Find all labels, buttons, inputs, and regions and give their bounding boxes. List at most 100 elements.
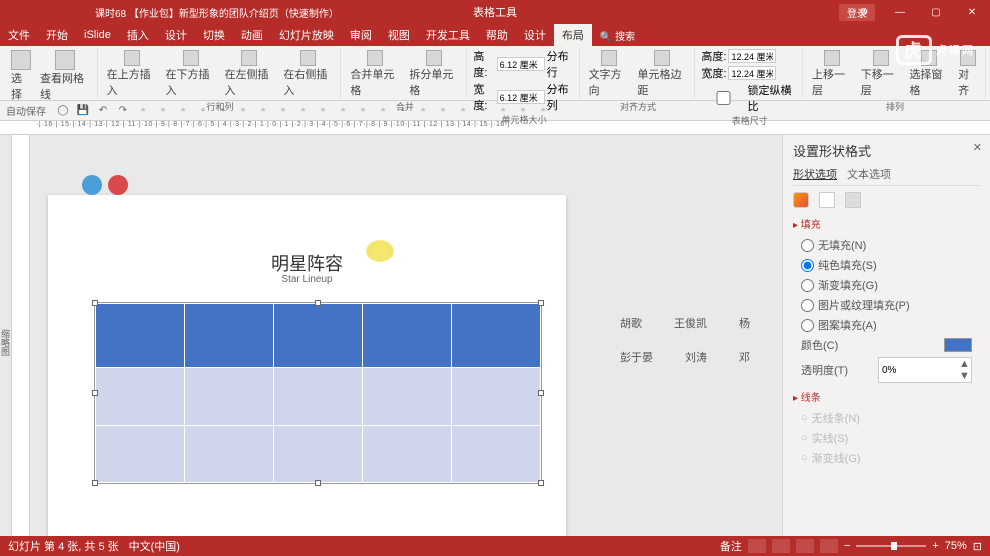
menu-transition[interactable]: 切换 xyxy=(195,24,233,46)
qat-item[interactable]: ▫ xyxy=(276,104,290,118)
qat-item[interactable]: ▫ xyxy=(536,104,550,118)
notes-button[interactable]: 备注 xyxy=(720,538,742,554)
select-button[interactable]: 选择 xyxy=(8,48,34,104)
qat-item[interactable]: ▫ xyxy=(296,104,310,118)
insert-left-button[interactable]: 在左侧插入 xyxy=(221,48,277,100)
tool-tab[interactable]: 表格工具 xyxy=(467,2,523,22)
slide-table[interactable] xyxy=(94,302,542,484)
line-section[interactable]: ▸ 线条 xyxy=(793,389,980,404)
qat-item[interactable]: ▫ xyxy=(336,104,350,118)
qat-item[interactable]: ▫ xyxy=(456,104,470,118)
panel-close-icon[interactable]: ✕ xyxy=(973,141,982,154)
opts-icon[interactable]: ⚙ xyxy=(846,0,882,24)
maximize-icon[interactable]: ▢ xyxy=(918,0,954,24)
handle[interactable] xyxy=(92,480,98,486)
qat-item[interactable]: ▫ xyxy=(356,104,370,118)
table-height-input[interactable] xyxy=(728,49,776,63)
menu-review[interactable]: 审阅 xyxy=(342,24,380,46)
thumbnail-toggle[interactable]: 缩略图 xyxy=(0,135,12,549)
zoom-out[interactable]: − xyxy=(844,540,850,552)
cell-width-input[interactable] xyxy=(497,90,545,104)
menu-insert[interactable]: 插入 xyxy=(119,24,157,46)
gridlines-button[interactable]: 查看网格线 xyxy=(37,48,93,104)
fill-line-icon[interactable] xyxy=(793,192,809,208)
handle[interactable] xyxy=(92,390,98,396)
canvas[interactable]: 明星阵容 Star Lineup 胡歌王俊凯杨 彭于晏刘涛邓 xyxy=(30,135,782,549)
qat-item[interactable]: ▫ xyxy=(196,104,210,118)
qat-save-icon[interactable]: 💾 xyxy=(76,104,90,118)
picturefill-radio[interactable] xyxy=(801,299,814,312)
qat-item[interactable]: ▫ xyxy=(416,104,430,118)
gradientfill-radio[interactable] xyxy=(801,279,814,292)
qat-item[interactable]: ▫ xyxy=(176,104,190,118)
align-button[interactable]: 对齐 xyxy=(955,48,981,100)
fit-icon[interactable]: ⊡ xyxy=(973,540,982,553)
handle[interactable] xyxy=(538,390,544,396)
slideshow-view-icon[interactable] xyxy=(820,539,838,553)
menu-view[interactable]: 视图 xyxy=(380,24,418,46)
transparency-input[interactable] xyxy=(879,364,959,377)
qat-item[interactable]: ▫ xyxy=(236,104,250,118)
menu-islide[interactable]: iSlide xyxy=(76,26,119,44)
lock-aspect-checkbox[interactable] xyxy=(701,91,745,105)
cell-margin-button[interactable]: 单元格边距 xyxy=(635,48,691,100)
zoom-value[interactable]: 75% xyxy=(945,540,967,552)
merge-button[interactable]: 合并单元格 xyxy=(347,48,403,100)
qat-toggle[interactable]: ◯ xyxy=(56,104,70,118)
qat-item[interactable]: ▫ xyxy=(396,104,410,118)
selection-pane-button[interactable]: 选择窗格 xyxy=(906,48,952,100)
tab-shape-options[interactable]: 形状选项 xyxy=(793,166,837,182)
zoom-slider[interactable] xyxy=(856,545,926,547)
handle[interactable] xyxy=(538,480,544,486)
handle[interactable] xyxy=(315,300,321,306)
menu-search[interactable]: 🔍 搜索 xyxy=(600,28,635,43)
menu-tdesign[interactable]: 设计 xyxy=(516,24,554,46)
qat-item[interactable]: ▫ xyxy=(516,104,530,118)
sorter-view-icon[interactable] xyxy=(772,539,790,553)
color-swatch[interactable] xyxy=(944,338,972,352)
patternfill-radio[interactable] xyxy=(801,319,814,332)
zoom-in[interactable]: + xyxy=(932,540,938,552)
table-width-input[interactable] xyxy=(728,66,776,80)
handle[interactable] xyxy=(538,300,544,306)
handle[interactable] xyxy=(315,480,321,486)
menu-start[interactable]: 开始 xyxy=(38,24,76,46)
text-direction-button[interactable]: 文字方向 xyxy=(586,48,632,100)
language[interactable]: 中文(中国) xyxy=(129,538,180,554)
qat-item[interactable]: ▫ xyxy=(476,104,490,118)
menu-file[interactable]: 文件 xyxy=(0,24,38,46)
solidfill-radio[interactable] xyxy=(801,259,814,272)
close-icon[interactable]: ✕ xyxy=(954,0,990,24)
size-props-icon[interactable] xyxy=(845,192,861,208)
qat-item[interactable]: ▫ xyxy=(136,104,150,118)
qat-item[interactable]: ▫ xyxy=(436,104,450,118)
reading-view-icon[interactable] xyxy=(796,539,814,553)
menu-layout[interactable]: 布局 xyxy=(554,24,592,46)
qat-item[interactable]: ▫ xyxy=(316,104,330,118)
nofill-radio[interactable] xyxy=(801,239,814,252)
minimize-icon[interactable]: — xyxy=(882,0,918,24)
tab-text-options[interactable]: 文本选项 xyxy=(847,166,891,182)
qat-item[interactable]: ▫ xyxy=(216,104,230,118)
normal-view-icon[interactable] xyxy=(748,539,766,553)
menu-help[interactable]: 帮助 xyxy=(478,24,516,46)
menu-design[interactable]: 设计 xyxy=(157,24,195,46)
qat-undo-icon[interactable]: ↶ xyxy=(96,104,110,118)
qat-item[interactable]: ▫ xyxy=(256,104,270,118)
insert-above-button[interactable]: 在上方插入 xyxy=(104,48,160,100)
forward-button[interactable]: 上移一层 xyxy=(809,48,855,100)
qat-item[interactable]: ▫ xyxy=(376,104,390,118)
menu-animation[interactable]: 动画 xyxy=(233,24,271,46)
fill-section[interactable]: ▸ 填充 xyxy=(793,216,980,231)
qat-item[interactable]: ▫ xyxy=(156,104,170,118)
insert-below-button[interactable]: 在下方插入 xyxy=(163,48,219,100)
qat-redo-icon[interactable]: ↷ xyxy=(116,104,130,118)
backward-button[interactable]: 下移一层 xyxy=(858,48,904,100)
cell-height-input[interactable] xyxy=(497,57,545,71)
insert-right-button[interactable]: 在右侧插入 xyxy=(280,48,336,100)
handle[interactable] xyxy=(92,300,98,306)
qat-item[interactable]: ▫ xyxy=(496,104,510,118)
menu-slideshow[interactable]: 幻灯片放映 xyxy=(271,24,342,46)
effects-icon[interactable] xyxy=(819,192,835,208)
split-button[interactable]: 拆分单元格 xyxy=(406,48,462,100)
